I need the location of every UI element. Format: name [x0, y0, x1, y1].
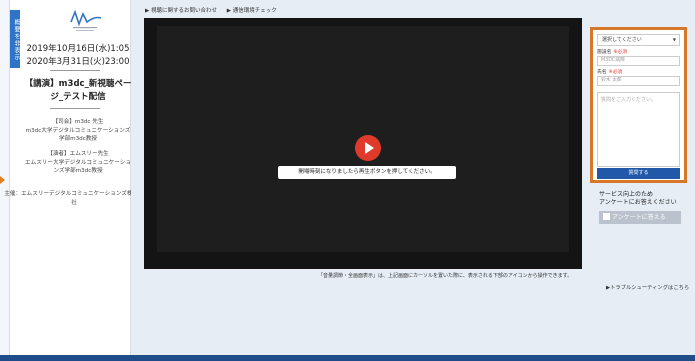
- moderator-info: 【司会】m3dc 先生 m3dc大学デジタルコミュニケーションズ学部m3dc教授: [25, 119, 131, 142]
- play-icon[interactable]: [355, 135, 381, 161]
- required-mark: ※必須: [613, 50, 628, 55]
- contact-link[interactable]: ▶ 視聴に関するお問い合わせ: [145, 8, 217, 14]
- footer-bar: [0, 355, 695, 361]
- hospital-input[interactable]: M3DC病院: [597, 56, 680, 66]
- start-datetime: 2019年10月16日(水)1:05: [26, 44, 130, 54]
- question-form: 選択してください ▼ 施設名 ※必須 M3DC病院 氏名 ※必須 鈴木 太郎 質問を…: [590, 27, 687, 183]
- env-check-link[interactable]: ▶ 通信環境チェック: [227, 8, 277, 14]
- survey-prompt: サービス向上のため アンケートにお答えください: [599, 191, 677, 207]
- event-title: 【講演】m3dc_新視聴ページ_テスト配信: [24, 79, 132, 102]
- survey-icon: [603, 213, 610, 220]
- name-input[interactable]: 鈴木 太郎: [597, 76, 680, 86]
- hospital-label-text: 施設名: [597, 50, 612, 55]
- chevron-down-icon: ▼: [672, 37, 676, 42]
- divider: [50, 108, 100, 109]
- hide-summary-toggle[interactable]: 概要を非表示: [10, 10, 20, 68]
- survey-line-2: アンケートにお答えください: [599, 199, 677, 206]
- question-textarea[interactable]: 質問をご入力ください。: [597, 92, 680, 167]
- speaker-info: 【演者】エムスリー先生 エムスリー大学デジタルコミュニケーションズ学部m3dc教…: [25, 151, 131, 174]
- survey-button[interactable]: アンケートに答える: [599, 211, 681, 224]
- troubleshooting-link[interactable]: ▶トラブルシューティングはこちら: [606, 283, 689, 291]
- player-caption: 「音量調節・全画面表示」は、上記画面にカーソルを置いた際に、表示される下部のアイ…: [318, 273, 573, 279]
- expand-arrow-icon[interactable]: [0, 176, 5, 184]
- sponsor-info: 主催：エムスリーデジタルコミュニケーションズ株式会社: [4, 191, 144, 206]
- player-notice: 開場時刻になりましたら再生ボタンを押してください。: [278, 166, 456, 179]
- submit-question-button[interactable]: 質問する: [597, 168, 680, 179]
- category-select[interactable]: 選択してください ▼: [597, 34, 680, 46]
- survey-line-1: サービス向上のため: [599, 191, 654, 198]
- company-logo: [70, 9, 102, 31]
- event-info-panel: 2019年10月16日(水)1:05 2020年3月31日(火)23:00 【講…: [4, 0, 144, 355]
- name-label: 氏名 ※必須: [597, 68, 622, 75]
- top-links: ▶ 視聴に関するお問い合わせ ▶ 通信環境チェック: [145, 6, 285, 14]
- select-value: 選択してください: [602, 37, 642, 43]
- hospital-label: 施設名 ※必須: [597, 48, 627, 55]
- end-datetime: 2020年3月31日(火)23:00: [26, 57, 130, 67]
- required-mark: ※必須: [608, 70, 623, 75]
- divider: [50, 70, 100, 71]
- survey-button-label: アンケートに答える: [612, 214, 666, 221]
- name-label-text: 氏名: [597, 70, 607, 75]
